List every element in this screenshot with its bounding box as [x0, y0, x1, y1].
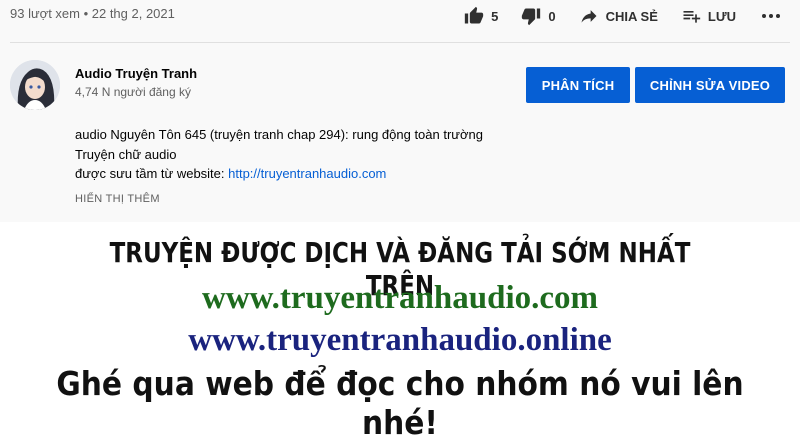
like-button[interactable]: 5 — [463, 6, 498, 26]
more-options-icon[interactable] — [762, 14, 780, 18]
thumbs-up-icon — [464, 6, 484, 24]
thumbs-down-icon — [522, 8, 541, 26]
analytics-button[interactable]: PHÂN TÍCH — [526, 67, 630, 103]
dislike-button[interactable]: 0 — [520, 6, 556, 26]
edit-video-button[interactable]: CHỈNH SỬA VIDEO — [635, 67, 785, 103]
video-info-panel — [0, 0, 800, 222]
save-button[interactable]: LƯU — [680, 6, 736, 26]
description-source-label: được sưu tầm từ website: — [75, 166, 229, 181]
like-count: 5 — [491, 8, 499, 24]
action-bar: 5 0 CHIA SẺ LƯU — [441, 0, 780, 32]
save-label: LƯU — [707, 8, 736, 24]
share-arrow-icon — [581, 10, 597, 23]
description-line-1: audio Nguyên Tôn 645 (truyện tranh chap … — [75, 127, 483, 142]
divider — [10, 42, 790, 43]
playlist-add-icon — [683, 11, 701, 23]
channel-avatar[interactable] — [10, 60, 60, 110]
banner-url-com: www.truyentranhaudio.com — [201, 280, 599, 316]
banner-invitation: Ghé qua web để đọc cho nhóm nó vui lên n… — [56, 364, 744, 442]
views-and-date: 93 lượt xem • 22 thg 2, 2021 — [10, 6, 175, 21]
description-line-2: Truyện chữ audio — [75, 146, 177, 162]
show-more-button[interactable]: HIỂN THỊ THÊM — [75, 193, 160, 205]
anime-girl-avatar-icon — [10, 60, 60, 110]
dislike-count: 0 — [548, 8, 556, 24]
channel-name[interactable]: Audio Truyện Tranh — [75, 66, 197, 81]
share-label: CHIA SẺ — [605, 8, 658, 24]
banner-url-online: www.truyentranhaudio.online — [188, 322, 612, 358]
website-link[interactable]: http://truyentranhaudio.com — [228, 166, 386, 181]
video-description: audio Nguyên Tôn 645 (truyện tranh chap … — [75, 125, 483, 184]
description-line-3: được sưu tầm từ website: http://truyentr… — [75, 164, 483, 184]
subscriber-count: 4,74 N người đăng ký — [75, 85, 191, 99]
share-button[interactable]: CHIA SẺ — [578, 6, 658, 26]
